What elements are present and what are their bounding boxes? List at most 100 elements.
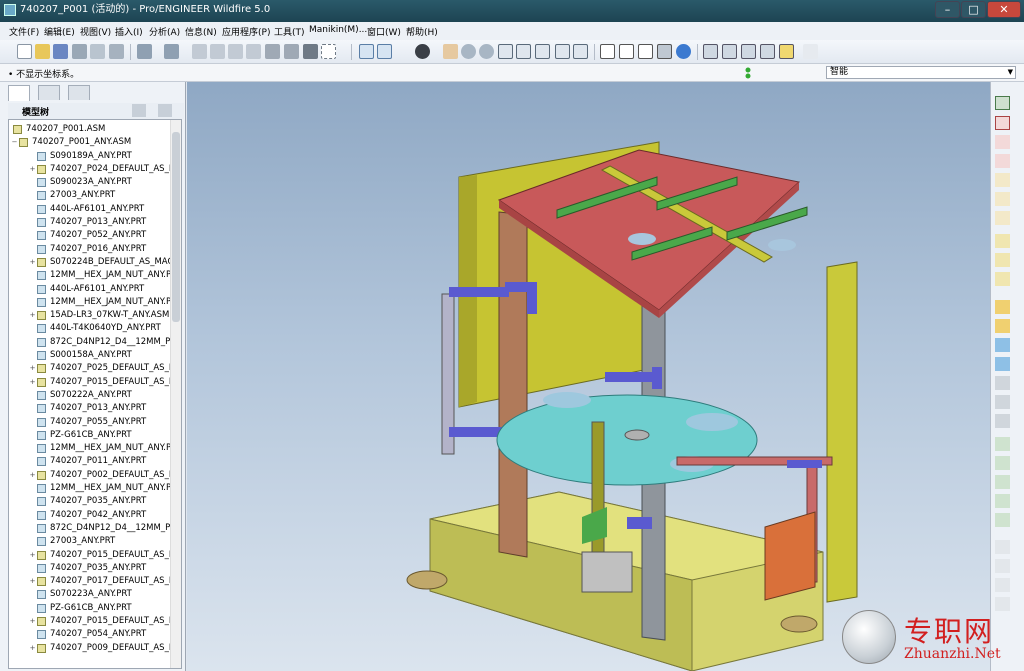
tree-row[interactable]: 12MM__HEX_JAM_NUT_ANY.P: [9, 482, 171, 495]
tree-row[interactable]: PZ-G61CB_ANY.PRT: [9, 602, 171, 615]
datum-axis-tool-icon[interactable]: [995, 116, 1010, 130]
chevron-down-icon[interactable]: ▼: [1008, 67, 1013, 78]
sketch-ref-icon[interactable]: [995, 272, 1010, 286]
tree-row[interactable]: +740207_P002_DEFAULT_AS_MA: [9, 469, 171, 482]
tree-row[interactable]: S090023A_ANY.PRT: [9, 176, 171, 189]
sketch-curve-icon[interactable]: [995, 154, 1010, 168]
cut-icon[interactable]: [192, 44, 207, 59]
expand-icon[interactable]: +: [29, 471, 36, 479]
tree-row[interactable]: 740207_P011_ANY.PRT: [9, 455, 171, 468]
rib-tool-icon[interactable]: [995, 414, 1010, 428]
tree-show-icon[interactable]: [158, 104, 172, 117]
tree-row[interactable]: + S070224B_DEFAULT_AS_MACH: [9, 256, 171, 269]
tree-row[interactable]: S070223A_ANY.PRT: [9, 588, 171, 601]
reorient-icon[interactable]: [516, 44, 531, 59]
tree-row[interactable]: +740207_P009_DEFAULT_AS_MA: [9, 642, 171, 655]
tree-row[interactable]: 740207_P016_ANY.PRT: [9, 243, 171, 256]
undo-icon[interactable]: [137, 44, 152, 59]
tree-row[interactable]: +15AD-LR3_07KW-T_ANY.ASM: [9, 309, 171, 322]
csys-icon[interactable]: [760, 44, 775, 59]
tree-row[interactable]: 872C_D4NP12_D4__12MM_PR: [9, 522, 171, 535]
regenerate-icon[interactable]: [265, 44, 280, 59]
tree-row[interactable]: 27003_ANY.PRT: [9, 189, 171, 202]
datum-axes-icon[interactable]: [722, 44, 737, 59]
pattern-tool-icon[interactable]: [995, 494, 1010, 508]
tree-row[interactable]: S070222A_ANY.PRT: [9, 389, 171, 402]
extrude-tool-icon[interactable]: [995, 300, 1010, 314]
tree-row[interactable]: +740207_P015_DEFAULT_AS_MA: [9, 615, 171, 628]
tree-row[interactable]: +740207_P017_DEFAULT_AS_MA: [9, 575, 171, 588]
zoom-out-icon[interactable]: [479, 44, 494, 59]
expand-icon[interactable]: +: [29, 578, 36, 585]
blend-tool-icon[interactable]: [995, 357, 1010, 371]
pan-hand-icon[interactable]: [443, 44, 458, 59]
round-tool-icon[interactable]: [995, 456, 1010, 470]
expand-icon[interactable]: +: [29, 644, 36, 652]
datum-planes-icon[interactable]: [703, 44, 718, 59]
tree-row[interactable]: S000158A_ANY.PRT: [9, 349, 171, 362]
copy-icon[interactable]: [210, 44, 225, 59]
print-icon[interactable]: [72, 44, 87, 59]
tree-row[interactable]: 12MM__HEX_JAM_NUT_ANY.P: [9, 269, 171, 282]
shaded-icon[interactable]: [657, 44, 672, 59]
wireframe-icon[interactable]: [600, 44, 615, 59]
redo-icon[interactable]: [164, 44, 179, 59]
tree-row[interactable]: 740207_P013_ANY.PRT: [9, 402, 171, 415]
extend-tool-icon[interactable]: [995, 578, 1010, 592]
close-button[interactable]: ✕: [987, 1, 1021, 18]
datum-points-icon[interactable]: [741, 44, 756, 59]
repaint-icon[interactable]: [359, 44, 374, 59]
menu-edit[interactable]: 编辑(E): [44, 25, 75, 38]
analysis-feature-icon[interactable]: [995, 211, 1010, 225]
expand-icon[interactable]: +: [29, 258, 36, 266]
tree-row[interactable]: +740207_P025_DEFAULT_AS_MA: [9, 362, 171, 375]
tree-row[interactable]: 740207_P055_ANY.PRT: [9, 416, 171, 429]
menu-insert[interactable]: 插入(I): [115, 25, 143, 38]
open-folder-icon[interactable]: [35, 44, 50, 59]
menu-file[interactable]: 文件(F): [9, 25, 39, 38]
layers-icon[interactable]: [555, 44, 570, 59]
paste-special-icon[interactable]: [246, 44, 261, 59]
tree-row[interactable]: +740207_P015_DEFAULT_AS_MA: [9, 376, 171, 389]
tree-row[interactable]: 740207_P052_ANY.PRT: [9, 229, 171, 242]
datum-point-tool-icon[interactable]: [995, 173, 1010, 187]
tree-row[interactable]: 740207_P001.ASM: [9, 123, 171, 136]
no-hidden-icon[interactable]: [638, 44, 653, 59]
tree-row[interactable]: +740207_P024_DEFAULT_AS_MA: [9, 163, 171, 176]
sketch-tool-icon[interactable]: [995, 234, 1010, 248]
menu-help[interactable]: 帮助(H): [406, 25, 438, 38]
maximize-button[interactable]: □: [961, 1, 986, 18]
saved-views-icon[interactable]: [535, 44, 550, 59]
tree-settings-icon[interactable]: [132, 104, 146, 117]
tab-folder-browser[interactable]: [38, 85, 60, 100]
tree-row[interactable]: 27003_ANY.PRT: [9, 535, 171, 548]
chamfer-tool-icon[interactable]: [995, 475, 1010, 489]
expand-icon[interactable]: +: [29, 365, 36, 372]
menu-view[interactable]: 视图(V): [80, 25, 111, 38]
tree-row[interactable]: 740207_P035_ANY.PRT: [9, 562, 171, 575]
expand-icon[interactable]: +: [29, 617, 36, 625]
datum-curve-tool-icon[interactable]: [995, 135, 1010, 149]
tree-row[interactable]: 740207_P035_ANY.PRT: [9, 495, 171, 508]
tree-row[interactable]: 12MM__HEX_JAM_NUT_ANY.P: [9, 442, 171, 455]
graphics-window[interactable]: [187, 82, 990, 671]
datum-plane-tool-icon[interactable]: [995, 96, 1010, 110]
tree-row[interactable]: 12MM__HEX_JAM_NUT_ANY.P: [9, 296, 171, 309]
zoom-in-icon[interactable]: [461, 44, 476, 59]
binoculars-icon[interactable]: [303, 44, 318, 59]
revolve-tool-icon[interactable]: [995, 319, 1010, 333]
tree-scrollbar[interactable]: [170, 120, 181, 668]
save-icon[interactable]: [53, 44, 68, 59]
expand-icon[interactable]: +: [29, 312, 36, 319]
orient-icon[interactable]: [377, 44, 392, 59]
menu-analysis[interactable]: 分析(A): [149, 25, 180, 38]
tree-row[interactable]: PZ-G61CB_ANY.PRT: [9, 429, 171, 442]
menu-window[interactable]: 窗口(W): [367, 25, 401, 38]
shell-tool-icon[interactable]: [995, 395, 1010, 409]
tree-row[interactable]: S090189A_ANY.PRT: [9, 150, 171, 163]
tab-model-tree[interactable]: [8, 85, 30, 101]
tree-row[interactable]: 440L-AF6101_ANY.PRT: [9, 203, 171, 216]
tree-row[interactable]: 740207_P042_ANY.PRT: [9, 509, 171, 522]
menu-tools[interactable]: 工具(T): [274, 25, 305, 38]
tree-row[interactable]: 872C_D4NP12_D4__12MM_PR: [9, 336, 171, 349]
